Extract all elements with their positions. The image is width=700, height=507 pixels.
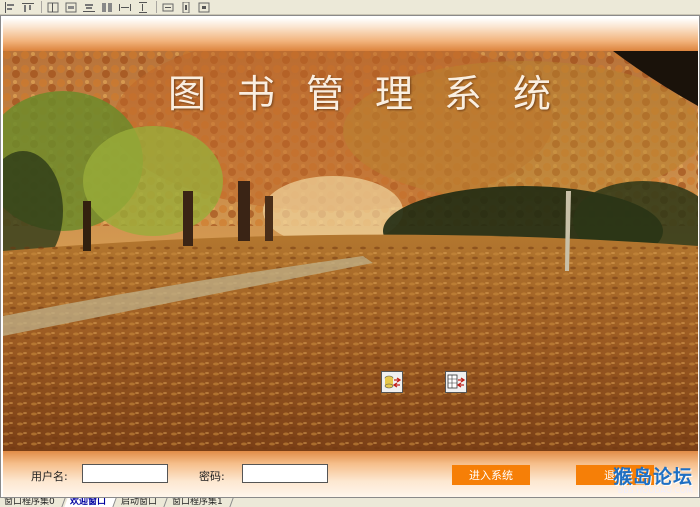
tab-window-assembly-1[interactable]: 窗口程序集1 bbox=[166, 498, 234, 507]
enter-system-button[interactable]: 进入系统 bbox=[452, 465, 530, 485]
watermark-main-text: 猴岛论坛 bbox=[612, 466, 693, 488]
space-horizontal-icon[interactable] bbox=[117, 1, 133, 14]
align-right-icon[interactable] bbox=[81, 1, 97, 14]
username-input[interactable] bbox=[82, 464, 168, 483]
tab-window-assembly-0[interactable]: 窗口程序集0 bbox=[0, 498, 66, 507]
tab-startup-window[interactable]: 启动窗口 bbox=[115, 498, 168, 507]
center-vertical-icon[interactable] bbox=[178, 1, 194, 14]
align-bottom-icon[interactable] bbox=[63, 1, 79, 14]
center-horizontal-icon[interactable] bbox=[160, 1, 176, 14]
align-left-icon[interactable] bbox=[2, 1, 18, 14]
editor-tab-strip: 窗口程序集0 欢迎窗口 启动窗口 窗口程序集1 bbox=[0, 498, 700, 507]
header-gradient-bar bbox=[3, 18, 698, 51]
center-form-icon[interactable] bbox=[196, 1, 212, 14]
align-center-icon[interactable] bbox=[45, 1, 61, 14]
login-bar: 用户名: 密码: 进入系统 退出 bbox=[3, 451, 698, 497]
password-input[interactable] bbox=[242, 464, 328, 483]
autumn-background-image: 图书管理系统 bbox=[3, 51, 698, 451]
welcome-window-form: 图书管理系统 用户名: 密码: 进入系统 退出 猴岛论坛 BBS.HOUDAO.… bbox=[0, 15, 700, 498]
system-title: 图书管理系统 bbox=[168, 72, 583, 116]
table-swap-icon[interactable] bbox=[445, 371, 467, 393]
password-label: 密码: bbox=[199, 470, 225, 483]
watermark-logo: 猴岛论坛 BBS.HOUDAO.COM bbox=[613, 462, 693, 495]
designer-toolbar bbox=[0, 0, 700, 15]
database-swap-icon[interactable] bbox=[381, 371, 403, 393]
username-label: 用户名: bbox=[31, 470, 68, 483]
same-size-icon[interactable] bbox=[99, 1, 115, 14]
space-vertical-icon[interactable] bbox=[135, 1, 151, 14]
watermark-sub-text: BBS.HOUDAO.COM bbox=[617, 486, 693, 495]
align-top-icon[interactable] bbox=[20, 1, 36, 14]
tab-welcome-window[interactable]: 欢迎窗口 bbox=[64, 498, 117, 507]
